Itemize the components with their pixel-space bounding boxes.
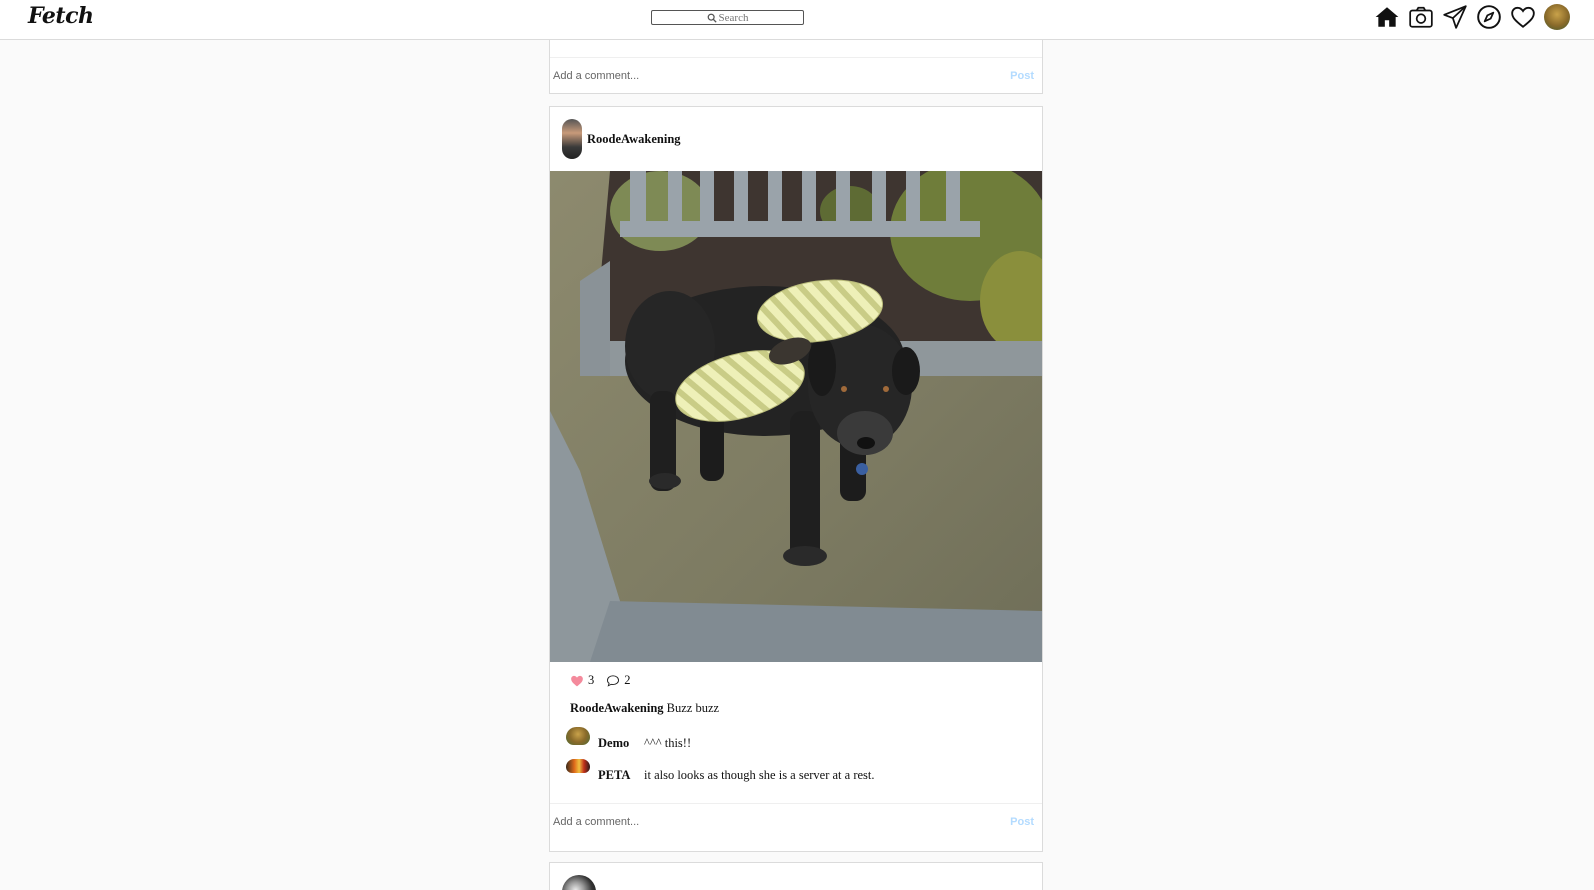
- caption-username[interactable]: RoodeAwakening: [570, 701, 664, 715]
- comments-count: 2: [624, 673, 631, 687]
- post-header: RoodeAwakening: [562, 119, 681, 159]
- add-comment-input[interactable]: Add a comment...: [553, 816, 639, 828]
- add-comment-input[interactable]: Add a comment...: [553, 70, 639, 82]
- profile-avatar[interactable]: [1544, 4, 1570, 30]
- post-photo[interactable]: [550, 171, 1042, 662]
- add-comment-bar: Add a comment... Post: [550, 57, 1042, 93]
- comment-item: PETA it also looks as though she is a se…: [566, 759, 875, 783]
- commenter-avatar[interactable]: [566, 727, 590, 745]
- comment-text: it also looks as though she is a server …: [644, 768, 875, 782]
- nav-icon-group: [1374, 4, 1570, 30]
- comment-text: ^^^ this!!: [644, 736, 692, 750]
- comment-item: Demo ^^^ this!!: [566, 727, 691, 751]
- next-post-card: [549, 862, 1043, 890]
- home-icon[interactable]: [1374, 4, 1400, 30]
- search-placeholder: Search: [718, 11, 749, 24]
- heart-filled-icon: [571, 675, 583, 687]
- comment-stat[interactable]: 2: [606, 673, 631, 688]
- camera-icon[interactable]: [1408, 4, 1434, 30]
- like-stat[interactable]: 3: [570, 673, 594, 688]
- add-comment-bar: Add a comment... Post: [550, 803, 1042, 839]
- app-logo[interactable]: Fetch: [28, 3, 94, 29]
- comment-bubble-icon: [607, 675, 620, 687]
- post-comment-button[interactable]: Post: [1010, 816, 1034, 828]
- post-caption: RoodeAwakening Buzz buzz: [570, 701, 719, 716]
- dog-photo-image: [550, 171, 1042, 662]
- commenter-avatar[interactable]: [566, 759, 590, 773]
- caption-text: Buzz buzz: [666, 701, 720, 715]
- previous-post-card: Add a comment... Post: [549, 36, 1043, 94]
- comment-username[interactable]: PETA: [598, 768, 644, 783]
- post-comment-button[interactable]: Post: [1010, 70, 1034, 82]
- search-input[interactable]: Search: [651, 10, 804, 25]
- post-username[interactable]: RoodeAwakening: [587, 132, 681, 147]
- likes-count: 3: [588, 673, 595, 687]
- paper-plane-icon[interactable]: [1442, 4, 1468, 30]
- avatar: [1544, 4, 1570, 30]
- user-avatar[interactable]: [562, 119, 582, 159]
- heart-icon[interactable]: [1510, 4, 1536, 30]
- top-navbar: Fetch Search: [0, 0, 1594, 40]
- post-card: RoodeAwakening 3 2 RoodeAwakening Buzz b…: [549, 106, 1043, 852]
- compass-icon[interactable]: [1476, 4, 1502, 30]
- comment-username[interactable]: Demo: [598, 736, 644, 751]
- user-avatar[interactable]: [562, 875, 596, 890]
- search-icon: [707, 13, 717, 23]
- post-stats: 3 2: [570, 673, 631, 688]
